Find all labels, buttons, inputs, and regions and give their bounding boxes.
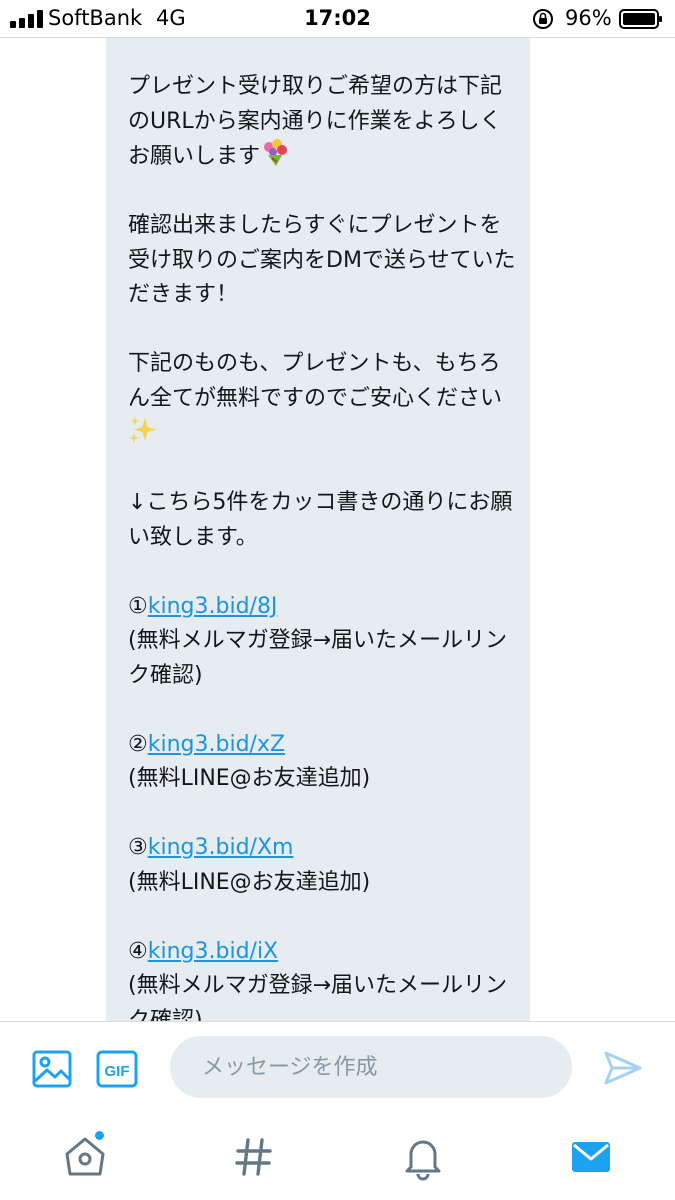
item-note: (無料LINE@お友達追加) bbox=[128, 869, 371, 895]
message-paragraph: 下記のものも、プレゼントも、もちろん全てが無料ですのでご安心ください bbox=[128, 347, 520, 452]
list-item: ①king3.bid/8J bbox=[128, 590, 520, 625]
list-item: ③king3.bid/Xm bbox=[128, 831, 520, 866]
gif-icon: GIF bbox=[96, 1050, 138, 1088]
item-number: ① bbox=[128, 593, 148, 619]
conversation-area[interactable]: プレゼント受け取りご希望の方は下記のURLから案内通りに作業をよろしくお願いしま… bbox=[0, 38, 675, 1021]
gif-button[interactable]: GIF bbox=[96, 1049, 138, 1089]
link-item-4[interactable]: king3.bid/iX bbox=[148, 939, 278, 964]
message-composer: GIF bbox=[0, 1022, 675, 1122]
battery-percentage: 96% bbox=[565, 6, 612, 30]
sparkles-emoji-icon bbox=[129, 417, 156, 443]
link-item-2[interactable]: king3.bid/xZ bbox=[148, 732, 285, 757]
gif-label: GIF bbox=[105, 1063, 130, 1080]
send-icon[interactable] bbox=[603, 1048, 643, 1088]
message-input[interactable] bbox=[170, 1036, 572, 1098]
image-icon[interactable] bbox=[31, 1048, 73, 1090]
link-item-3[interactable]: king3.bid/Xm bbox=[148, 835, 294, 860]
link-item-1[interactable]: king3.bid/8J bbox=[148, 594, 278, 619]
item-note: (無料LINE@お友達追加) bbox=[128, 766, 371, 791]
status-bar: SoftBank 4G 17:02 96% bbox=[0, 0, 675, 38]
home-notification-dot bbox=[95, 1131, 104, 1140]
item-note: (無料メルマガ登録→届いたメールリンク確認) bbox=[128, 628, 508, 688]
paragraph-text: 下記のものも、プレゼントも、もちろん全てが無料ですのでご安心ください bbox=[128, 351, 503, 411]
item-note: (無料メルマガ登録→届いたメールリンク確認) bbox=[128, 973, 508, 1021]
bouquet-emoji-icon bbox=[264, 139, 288, 166]
message-paragraph: 確認出来ましたらすぐにプレゼントを受け取りのご案内をDMで送らせていただきます！ bbox=[128, 213, 516, 307]
item-number: ② bbox=[128, 731, 148, 757]
message-bubble: プレゼント受け取りご希望の方は下記のURLから案内通りに作業をよろしくお願いしま… bbox=[106, 38, 530, 1021]
envelope-icon[interactable] bbox=[566, 1132, 616, 1182]
message-paragraph: ↓こちら5件をカッコ書きの通りにお願い致します。 bbox=[128, 490, 513, 550]
home-icon[interactable] bbox=[60, 1132, 110, 1182]
bell-icon[interactable] bbox=[398, 1132, 448, 1182]
paragraph-text: プレゼント受け取りご希望の方は下記のURLから案内通りに作業をよろしくお願いしま… bbox=[128, 74, 503, 169]
message-paragraph: プレゼント受け取りご希望の方は下記のURLから案内通りに作業をよろしくお願いしま… bbox=[128, 70, 520, 175]
list-item: ②king3.bid/xZ bbox=[128, 728, 520, 763]
hashtag-icon[interactable] bbox=[229, 1132, 279, 1182]
battery-icon bbox=[619, 9, 662, 29]
item-number: ④ bbox=[128, 938, 148, 964]
message-text: プレゼント受け取りご希望の方は下記のURLから案内通りに作業をよろしくお願いしま… bbox=[128, 70, 520, 1021]
item-number: ③ bbox=[128, 835, 148, 860]
rotation-lock-icon bbox=[533, 9, 553, 29]
list-item: ④king3.bid/iX bbox=[128, 935, 520, 970]
